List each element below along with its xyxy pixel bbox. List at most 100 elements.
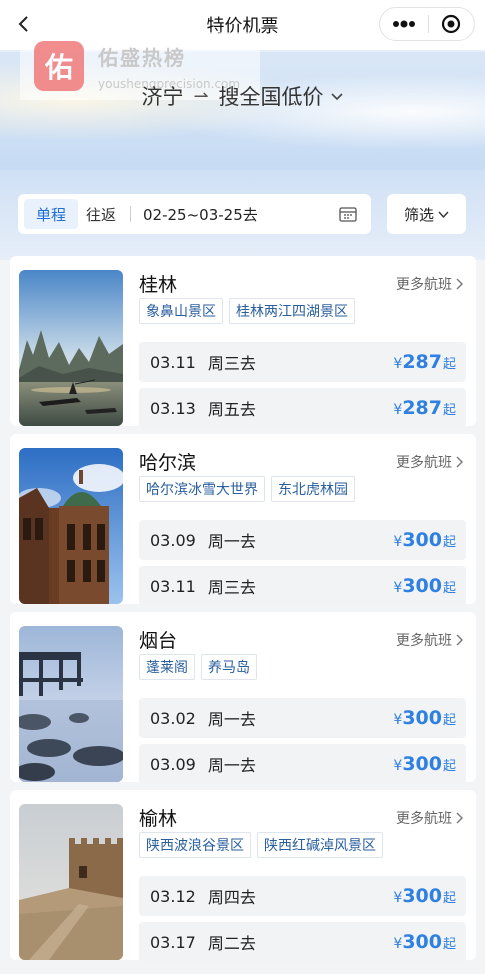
- more-flights-link[interactable]: 更多航班: [396, 630, 464, 650]
- price-value: 300: [402, 885, 442, 907]
- chevron-right-icon: [456, 456, 463, 468]
- price-value: 300: [402, 529, 442, 551]
- price-suffix: 起: [442, 581, 456, 596]
- attraction-tag: 陕西红碱淖风景区: [257, 832, 383, 858]
- chevron-right-icon: [456, 812, 463, 824]
- city-name: 榆林: [139, 808, 178, 830]
- destination-selector[interactable]: 搜全国低价: [219, 81, 324, 111]
- more-flights-link[interactable]: 更多航班: [396, 808, 464, 828]
- flight-weekday: 周五去: [207, 400, 256, 419]
- attraction-tag: 象鼻山景区: [139, 298, 223, 324]
- tab-one-way[interactable]: 单程: [24, 199, 78, 229]
- more-flights-label: 更多航班: [396, 455, 452, 471]
- origin-city[interactable]: 济宁: [141, 81, 183, 111]
- price-suffix: 起: [442, 403, 456, 418]
- flight-option[interactable]: 03.11 周三去 ¥ 300 起: [139, 566, 466, 606]
- currency-symbol: ¥: [393, 356, 403, 372]
- close-program-button[interactable]: [428, 7, 474, 41]
- currency-symbol: ¥: [393, 534, 403, 550]
- currency-symbol: ¥: [393, 758, 403, 774]
- destination-card[interactable]: 桂林 更多航班 象鼻山景区 桂林两江四湖景区 03.11 周三去 ¥ 287 起…: [10, 256, 476, 428]
- flight-date: 03.09: [150, 530, 196, 550]
- more-button[interactable]: [380, 7, 428, 41]
- more-flights-link[interactable]: 更多航班: [396, 274, 464, 294]
- flight-date: 03.11: [150, 352, 196, 372]
- flight-weekday: 周三去: [207, 354, 256, 373]
- flight-weekday: 周一去: [207, 532, 256, 551]
- tab-round-trip[interactable]: 往返: [86, 204, 116, 225]
- calendar-icon[interactable]: [339, 206, 357, 222]
- attraction-tags: 陕西波浪谷景区 陕西红碱淖风景区: [139, 832, 389, 858]
- currency-symbol: ¥: [393, 936, 403, 952]
- attraction-tag: 养马岛: [201, 654, 257, 680]
- filter-button[interactable]: 筛选: [387, 194, 466, 234]
- yulin-wall-image: [19, 804, 123, 960]
- city-name: 烟台: [139, 630, 178, 652]
- chevron-right-icon: [456, 278, 463, 290]
- flight-weekday: 周一去: [207, 710, 256, 729]
- trip-options-bar: 单程 往返 02-25~03-25去: [18, 194, 371, 234]
- date-range-field[interactable]: 02-25~03-25去: [143, 204, 339, 225]
- flight-option[interactable]: 03.11 周三去 ¥ 287 起: [139, 342, 466, 382]
- flight-option[interactable]: 03.09 周一去 ¥ 300 起: [139, 520, 466, 560]
- flight-price: ¥ 300 起: [393, 753, 456, 775]
- flight-date: 03.17: [150, 932, 196, 952]
- route-arrow-icon: ⇀: [193, 85, 209, 107]
- flight-option[interactable]: 03.09 周一去 ¥ 300 起: [139, 744, 466, 784]
- flight-weekday: 周二去: [207, 934, 256, 953]
- flight-option[interactable]: 03.17 周二去 ¥ 300 起: [139, 922, 466, 962]
- price-suffix: 起: [442, 891, 456, 906]
- attraction-tag: 哈尔滨冰雪大世界: [139, 476, 265, 502]
- chevron-left-icon: [18, 16, 28, 32]
- attraction-tags: 象鼻山景区 桂林两江四湖景区: [139, 298, 361, 324]
- destination-card[interactable]: 烟台 更多航班 蓬莱阁 养马岛 03.02 周一去 ¥ 300 起 03.09 …: [10, 612, 476, 784]
- more-flights-link[interactable]: 更多航班: [396, 452, 464, 472]
- more-dots-icon: [392, 20, 415, 28]
- flight-date: 03.12: [150, 886, 196, 906]
- route-selector[interactable]: 济宁 ⇀ 搜全国低价: [0, 80, 485, 112]
- flight-weekday: 周一去: [207, 756, 256, 775]
- flight-option[interactable]: 03.02 周一去 ¥ 300 起: [139, 698, 466, 738]
- destination-photo: [19, 804, 123, 960]
- city-name: 哈尔滨: [139, 452, 197, 474]
- currency-symbol: ¥: [393, 402, 403, 418]
- target-icon: [442, 14, 461, 34]
- yantai-coast-image: [19, 626, 123, 782]
- flight-option[interactable]: 03.13 周五去 ¥ 287 起: [139, 388, 466, 428]
- chevron-down-icon: [438, 211, 449, 218]
- price-suffix: 起: [442, 759, 456, 774]
- city-name: 桂林: [139, 274, 178, 296]
- flight-date: 03.11: [150, 576, 196, 596]
- flight-date: 03.09: [150, 754, 196, 774]
- attraction-tags: 哈尔滨冰雪大世界 东北虎林园: [139, 476, 361, 502]
- price-value: 300: [402, 931, 442, 953]
- flight-price: ¥ 300 起: [393, 885, 456, 907]
- destination-card[interactable]: 榆林 更多航班 陕西波浪谷景区 陕西红碱淖风景区 03.12 周四去 ¥ 300…: [10, 790, 476, 962]
- price-suffix: 起: [442, 535, 456, 550]
- price-value: 287: [402, 351, 442, 373]
- price-value: 300: [402, 575, 442, 597]
- attraction-tag: 陕西波浪谷景区: [139, 832, 251, 858]
- destination-card[interactable]: 哈尔滨 更多航班 哈尔滨冰雪大世界 东北虎林园 03.09 周一去 ¥ 300 …: [10, 434, 476, 606]
- destination-photo: [19, 626, 123, 782]
- attraction-tag: 东北虎林园: [271, 476, 355, 502]
- destination-photo: [19, 270, 123, 426]
- more-flights-label: 更多航班: [396, 811, 452, 827]
- flight-weekday: 周三去: [207, 578, 256, 597]
- flight-option[interactable]: 03.12 周四去 ¥ 300 起: [139, 876, 466, 916]
- currency-symbol: ¥: [393, 580, 403, 596]
- mini-program-capsule: [379, 7, 475, 41]
- flight-price: ¥ 300 起: [393, 707, 456, 729]
- more-flights-label: 更多航班: [396, 277, 452, 293]
- watermark-name: 佑盛热榜: [98, 45, 186, 70]
- attraction-tags: 蓬莱阁 养马岛: [139, 654, 263, 680]
- flight-weekday: 周四去: [207, 888, 256, 907]
- attraction-tag: 蓬莱阁: [139, 654, 195, 680]
- harbin-cathedral-image: [19, 448, 123, 604]
- flight-price: ¥ 300 起: [393, 931, 456, 953]
- flight-price: ¥ 287 起: [393, 397, 456, 419]
- price-value: 300: [402, 753, 442, 775]
- flight-price: ¥ 287 起: [393, 351, 456, 373]
- attraction-tag: 桂林两江四湖景区: [229, 298, 355, 324]
- chevron-right-icon: [456, 634, 463, 646]
